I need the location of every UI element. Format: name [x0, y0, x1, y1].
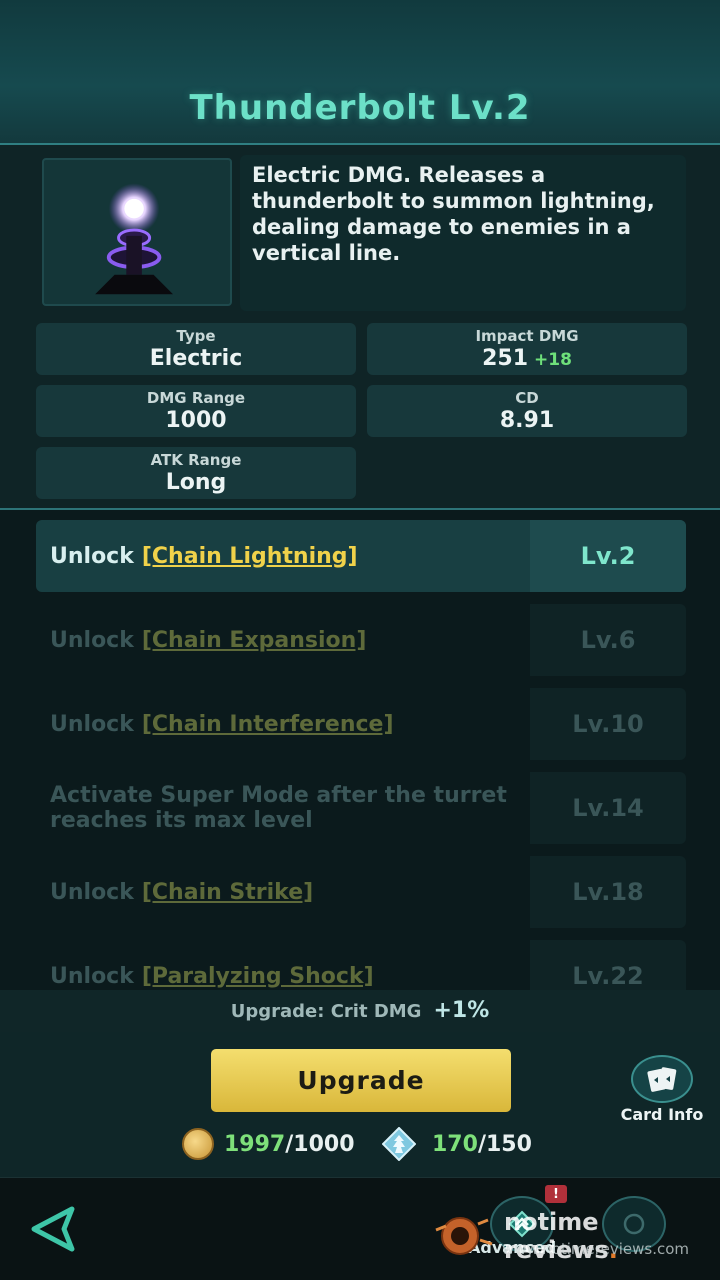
skill-link[interactable]: [Chain Strike] [142, 880, 313, 905]
stat-impact-value: 251 [482, 346, 529, 371]
crystals-owned: 170 [432, 1131, 478, 1157]
unlock-row[interactable]: Unlock [Paralyzing Shock] Lv.22 [36, 940, 686, 990]
upgrade-bonus: Upgrade: Crit DMG +1% [0, 990, 720, 1032]
crystals-required: /150 [477, 1131, 532, 1157]
turret-portrait [42, 158, 232, 306]
unlock-level: Lv.2 [530, 520, 686, 592]
unlock-level: Lv.22 [530, 940, 686, 990]
unlock-prefix: Unlock [50, 543, 134, 569]
stat-type-label: Type [176, 327, 216, 345]
stat-dmg-range: DMG Range 1000 [36, 385, 356, 437]
unlock-level: Lv.6 [530, 604, 686, 676]
stat-dmg-range-label: DMG Range [146, 389, 246, 407]
unlock-prefix: Unlock [50, 963, 134, 989]
unlock-list[interactable]: Unlock [Chain Lightning] Lv.2 Unlock [Chai… [0, 510, 720, 990]
unlock-level: Lv.18 [530, 856, 686, 928]
watermark-logo-icon [435, 1217, 493, 1255]
notification-badge: ! [545, 1185, 567, 1203]
coins-required: /1000 [285, 1131, 355, 1157]
stat-impact-label: Impact DMG [475, 327, 579, 345]
skill-link[interactable]: [Chain Lightning] [142, 544, 358, 569]
stat-type-value: Electric [149, 346, 243, 371]
stat-cd-value: 8.91 [499, 408, 555, 433]
unlock-level: Lv.14 [530, 772, 686, 844]
stat-cd: CD 8.91 [367, 385, 687, 437]
coin-icon [182, 1128, 214, 1160]
upgrade-bonus-value: +1% [433, 998, 490, 1023]
skill-description: Electric DMG. Releases a thunderbolt to … [252, 163, 655, 265]
unlock-prefix: Unlock [50, 627, 134, 653]
crystal-cost: 170/150 [382, 1126, 532, 1162]
coin-cost: 1997/1000 [182, 1126, 355, 1162]
unlock-prefix: Activate Super Mode after the turret rea… [50, 783, 507, 833]
stat-cd-label: CD [515, 389, 539, 407]
upgrade-button[interactable]: Upgrade [211, 1049, 511, 1112]
unlock-row[interactable]: Unlock [Chain Strike] Lv.18 [36, 856, 686, 928]
stat-impact-bonus: +18 [534, 350, 572, 370]
stat-atk-range-value: Long [165, 470, 227, 495]
card-info-label: Card Info [620, 1105, 704, 1124]
stat-atk-range-label: ATK Range [150, 451, 242, 469]
stat-dmg-range-value: 1000 [165, 408, 227, 433]
unlock-row[interactable]: Unlock [Chain Expansion] Lv.6 [36, 604, 686, 676]
stat-impact-dmg: Impact DMG 251 +18 [367, 323, 687, 375]
watermark-url: www.notimereviews.com [502, 1240, 689, 1258]
thunderbolt-turret-icon [95, 183, 173, 295]
cards-icon [631, 1055, 693, 1103]
unlock-level: Lv.10 [530, 688, 686, 760]
unlock-row[interactable]: Activate Super Mode after the turret rea… [36, 772, 686, 844]
unlock-prefix: Unlock [50, 711, 134, 737]
coins-owned: 1997 [224, 1131, 286, 1157]
skill-link[interactable]: [Paralyzing Shock] [142, 964, 374, 989]
unlock-row[interactable]: Unlock [Chain Interference] Lv.10 [36, 688, 686, 760]
card-info-button[interactable]: Card Info [612, 1055, 712, 1124]
header: Thunderbolt Lv.2 [0, 0, 720, 145]
back-arrow-icon[interactable] [28, 1203, 80, 1255]
stat-atk-range: ATK Range Long [36, 447, 356, 499]
skill-link[interactable]: [Chain Interference] [142, 712, 394, 737]
unlock-prefix: Unlock [50, 879, 134, 905]
crystal-icon [382, 1127, 416, 1161]
stat-type: Type Electric [36, 323, 356, 375]
page-title: Thunderbolt Lv.2 [189, 88, 531, 128]
skill-link[interactable]: [Chain Expansion] [142, 628, 367, 653]
unlock-row[interactable]: Unlock [Chain Lightning] Lv.2 [36, 520, 686, 592]
upgrade-bonus-text: Upgrade: Crit DMG [230, 1001, 422, 1022]
